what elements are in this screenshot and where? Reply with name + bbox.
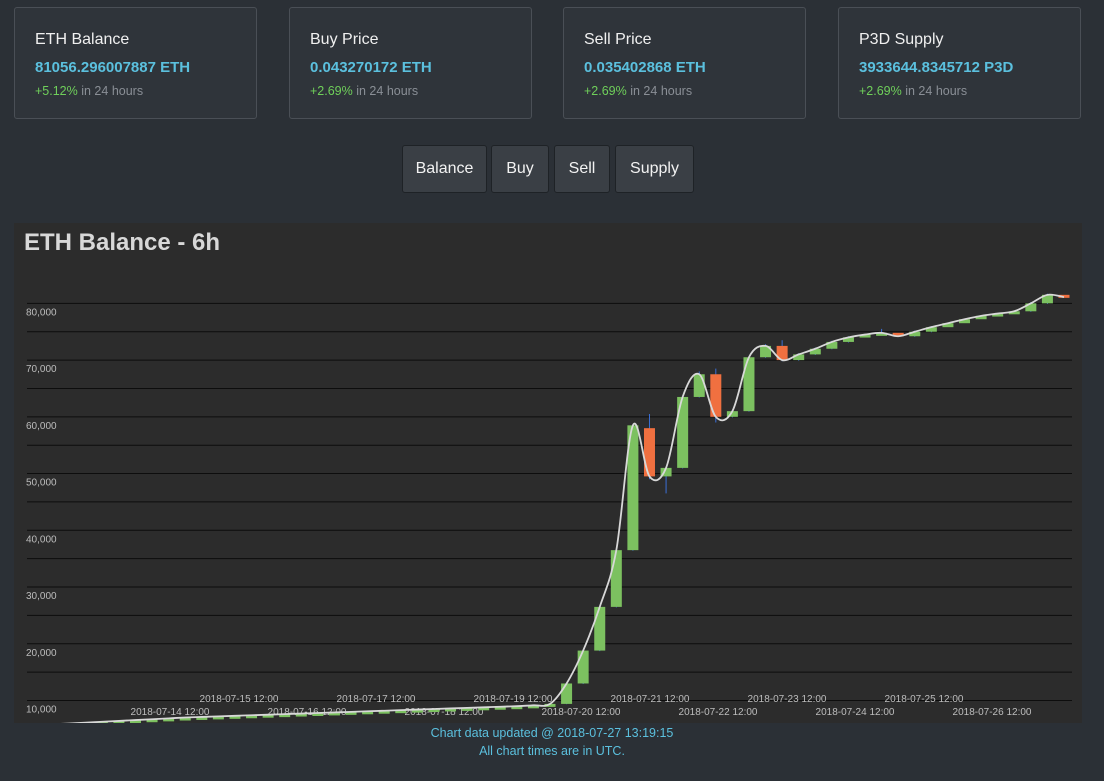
x-tick-label: 2018-07-15 12:00 [200,694,279,705]
supply-button[interactable]: Supply [615,145,694,193]
card-change: +2.69% in 24 hours [859,83,1060,99]
card-sell-price: Sell Price 0.035402868 ETH +2.69% in 24 … [563,7,806,119]
y-tick-label: 70,000 [26,364,57,375]
x-tick-label: 2018-07-17 12:00 [337,694,416,705]
x-tick-label: 2018-07-22 12:00 [679,707,758,718]
y-tick-label: 10,000 [26,705,57,716]
y-tick-label: 80,000 [26,307,57,318]
card-label: ETH Balance [35,31,130,48]
timezone-text: All chart times are in UTC. [479,744,625,758]
card-value: 3933644.8345712 P3D [859,59,1014,76]
y-tick-label: 20,000 [26,648,57,659]
card-label: P3D Supply [859,31,944,48]
y-tick-label: 50,000 [26,478,57,489]
y-tick-label: 60,000 [26,421,57,432]
candle [693,374,705,397]
y-tick-label: 30,000 [26,591,57,602]
buy-button[interactable]: Buy [491,145,549,193]
chart-panel: ETH Balance - 6h 10,000 20,000 30,000 40,00… [14,223,1082,723]
candle [643,428,655,477]
y-tick-label: 40,000 [26,534,57,545]
x-tick-label: 2018-07-21 12:00 [611,694,690,705]
stat-cards: ETH Balance 81056.296007887 ETH +5.12% i… [14,7,1082,121]
card-value: 0.035402868 ETH [584,59,706,76]
x-tick-label: 2018-07-24 12:00 [816,707,895,718]
card-change-suffix: in 24 hours [356,84,419,98]
x-tick-label: 2018-07-25 12:00 [885,694,964,705]
card-change-pct: +5.12% [35,84,78,98]
card-change-suffix: in 24 hours [630,84,693,98]
card-p3d-supply: P3D Supply 3933644.8345712 P3D +2.69% in… [838,7,1081,119]
candle [577,650,589,684]
card-eth-balance: ETH Balance 81056.296007887 ETH +5.12% i… [14,7,257,119]
chart-footer: Chart data updated @ 2018-07-27 13:19:15… [0,724,1104,760]
candle [594,606,606,651]
card-change: +2.69% in 24 hours [584,83,785,99]
card-label: Sell Price [584,31,652,48]
x-tick-label: 2018-07-23 12:00 [748,694,827,705]
balance-button[interactable]: Balance [402,145,487,193]
candlestick-chart[interactable]: 10,000 20,000 30,000 40,000 50,000 60,000 70,0… [14,223,1082,723]
x-tick-label: 2018-07-20 12:00 [542,707,621,718]
card-change: +5.12% in 24 hours [35,83,236,99]
sell-button[interactable]: Sell [554,145,610,193]
card-value: 81056.296007887 ETH [35,59,191,76]
card-buy-price: Buy Price 0.043270172 ETH +2.69% in 24 h… [289,7,532,119]
card-value: 0.043270172 ETH [310,59,432,76]
card-change: +2.69% in 24 hours [310,83,511,99]
updated-text: Chart data updated @ 2018-07-27 13:19:15 [430,726,674,740]
card-change-suffix: in 24 hours [81,84,144,98]
chart-selector: Balance Buy Sell Supply [0,145,1104,193]
x-tick-label: 2018-07-26 12:00 [953,707,1032,718]
candle [561,683,573,704]
card-change-pct: +2.69% [310,84,353,98]
balance-line [60,293,1065,723]
card-change-pct: +2.69% [859,84,902,98]
x-tick-label: 2018-07-19 12:00 [474,694,553,705]
card-change-pct: +2.69% [584,84,627,98]
candle [677,396,689,468]
card-label: Buy Price [310,31,379,48]
card-change-suffix: in 24 hours [905,84,968,98]
candle [610,550,622,607]
